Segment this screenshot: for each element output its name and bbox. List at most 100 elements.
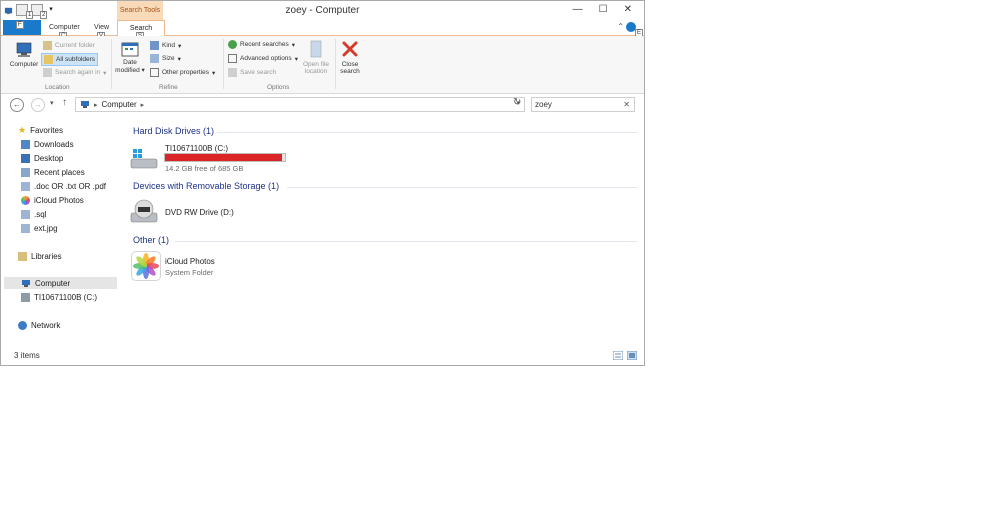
nav-item-downloads[interactable]: Downloads [21, 138, 74, 150]
window-title: zoey - Computer [285, 5, 360, 16]
clear-search-icon[interactable]: ✕ [623, 100, 630, 109]
date-modified-button[interactable]: Date modified ▾ [115, 41, 145, 74]
tab-computer[interactable]: Computer [49, 24, 80, 31]
group-header-other[interactable]: Other (1) [133, 235, 169, 245]
group-header-removable[interactable]: Devices with Removable Storage (1) [133, 181, 279, 191]
tab-file[interactable]: F [3, 20, 41, 35]
current-folder-button[interactable]: Current folder [43, 41, 95, 50]
nav-favorites[interactable]: ★ Favorites [18, 124, 63, 136]
close-search-label-2: search [340, 68, 360, 75]
chevron-down-icon: ▾ [178, 42, 182, 50]
status-bar: 3 items [1, 348, 644, 365]
current-folder-label: Current folder [55, 42, 95, 49]
drive-icon [21, 292, 30, 302]
forward-button[interactable]: → [31, 98, 45, 112]
nav-libraries-label: Libraries [31, 251, 62, 261]
recent-places-icon [21, 167, 30, 177]
chevron-up-icon[interactable]: ⌃ [617, 22, 624, 31]
kind-button[interactable]: Kind ▾ [150, 41, 181, 50]
drive-c-usage-bar [164, 153, 286, 162]
other-properties-label: Other properties [162, 69, 209, 76]
search-input[interactable] [535, 99, 615, 110]
minimize-button[interactable]: — [573, 4, 583, 15]
other-properties-button[interactable]: Other properties ▾ [150, 68, 215, 77]
search-box[interactable]: ✕ [531, 97, 635, 112]
libraries-icon [18, 251, 27, 261]
network-icon [18, 320, 27, 330]
hard-drive-icon [130, 149, 158, 169]
open-location-icon [310, 40, 322, 58]
location-group-label: Location [45, 84, 70, 91]
computer-icon [81, 101, 89, 108]
icloud-photos-name: iCloud Photos [165, 257, 215, 266]
details-view-icon[interactable] [613, 351, 623, 360]
open-file-location-label-1: Open file [302, 61, 330, 68]
nav-favorites-label: Favorites [30, 125, 63, 135]
ribbon: Computer Current folder All subfolders S… [1, 36, 644, 94]
properties-icon [150, 68, 159, 77]
size-button[interactable]: Size ▾ [150, 54, 181, 63]
maximize-button[interactable]: ☐ [599, 4, 608, 15]
computer-button[interactable]: Computer [8, 41, 40, 68]
group-divider [217, 132, 637, 133]
recent-locations-icon[interactable]: ▾ [50, 99, 54, 107]
nav-network-label: Network [31, 320, 61, 330]
ribbon-separator [111, 39, 112, 89]
advanced-options-label: Advanced options [240, 55, 292, 62]
drive-c-name: TI10671100B (C:) [165, 144, 228, 153]
nav-item-label: iCloud Photos [34, 195, 84, 205]
back-button[interactable]: ← [10, 98, 24, 112]
computer-icon [16, 42, 32, 57]
content-pane: Hard Disk Drives (1) TI10671100B (C:) 14… [119, 119, 639, 349]
up-arrow-icon[interactable]: ↑ [62, 97, 67, 108]
tab-view[interactable]: View [94, 24, 109, 31]
refine-group-label: Refine [159, 84, 178, 91]
save-icon [228, 68, 237, 77]
breadcrumb-separator-icon[interactable]: ▸ [94, 101, 98, 109]
window-controls: — ☐ ✕ [573, 4, 632, 15]
large-icons-view-icon[interactable] [627, 351, 637, 360]
nav-item-recent-places[interactable]: Recent places [21, 166, 85, 178]
keytip-file: F [16, 21, 24, 29]
drive-d-name: DVD RW Drive (D:) [165, 208, 234, 217]
close-search-button[interactable]: Close search [337, 39, 363, 75]
photos-icon [21, 195, 30, 205]
recent-searches-button[interactable]: Recent searches ▾ [228, 40, 295, 49]
item-count: 3 items [14, 351, 40, 360]
advanced-options-button[interactable]: Advanced options ▾ [228, 54, 298, 63]
nav-item-label: Recent places [34, 167, 85, 177]
size-label: Size [162, 55, 175, 62]
all-subfolders-button[interactable]: All subfolders [41, 53, 99, 66]
close-button[interactable]: ✕ [624, 4, 632, 15]
nav-drive-c[interactable]: TI10671100B (C:) [21, 291, 97, 303]
save-search-button[interactable]: Save search [228, 68, 276, 77]
nav-computer[interactable]: Computer [4, 277, 117, 289]
nav-item-sql[interactable]: .sql [21, 208, 46, 220]
open-file-location-button[interactable]: Open file location [301, 39, 331, 75]
options-group-label: Options [267, 84, 290, 91]
breadcrumb-computer[interactable]: Computer [102, 100, 137, 109]
search-again-button[interactable]: Search again in ▾ [43, 68, 106, 77]
chevron-down-icon: ▾ [291, 41, 296, 49]
title-bar: ▾ 1 2 Search Tools zoey - Computer — ☐ ✕ [1, 1, 644, 20]
close-search-label-1: Close [341, 61, 359, 68]
address-box[interactable]: ▸ Computer ▸ ▾ [75, 97, 525, 112]
nav-item-label: .sql [34, 209, 47, 219]
folder-icon [43, 41, 52, 50]
star-icon: ★ [18, 124, 27, 135]
nav-network[interactable]: Network [18, 319, 60, 331]
nav-item-ext-jpg[interactable]: ext.jpg [21, 222, 58, 234]
nav-item-icloud-photos[interactable]: iCloud Photos [21, 194, 84, 206]
nav-item-saved-search-docs[interactable]: .doc OR .txt OR .pdf [21, 180, 106, 192]
breadcrumb-separator-icon[interactable]: ▸ [141, 101, 145, 109]
photos-icon [133, 253, 159, 279]
saved-search-icon [21, 181, 30, 191]
explorer-window: ▾ 1 2 Search Tools zoey - Computer — ☐ ✕… [0, 0, 645, 366]
nav-drive-label: TI10671100B (C:) [34, 292, 97, 302]
ribbon-separator [335, 39, 336, 89]
downloads-icon [21, 139, 30, 149]
group-header-hdd[interactable]: Hard Disk Drives (1) [133, 126, 214, 136]
nav-item-desktop[interactable]: Desktop [21, 152, 63, 164]
refresh-icon[interactable]: ↻ [513, 97, 521, 108]
nav-libraries[interactable]: Libraries [18, 250, 62, 262]
